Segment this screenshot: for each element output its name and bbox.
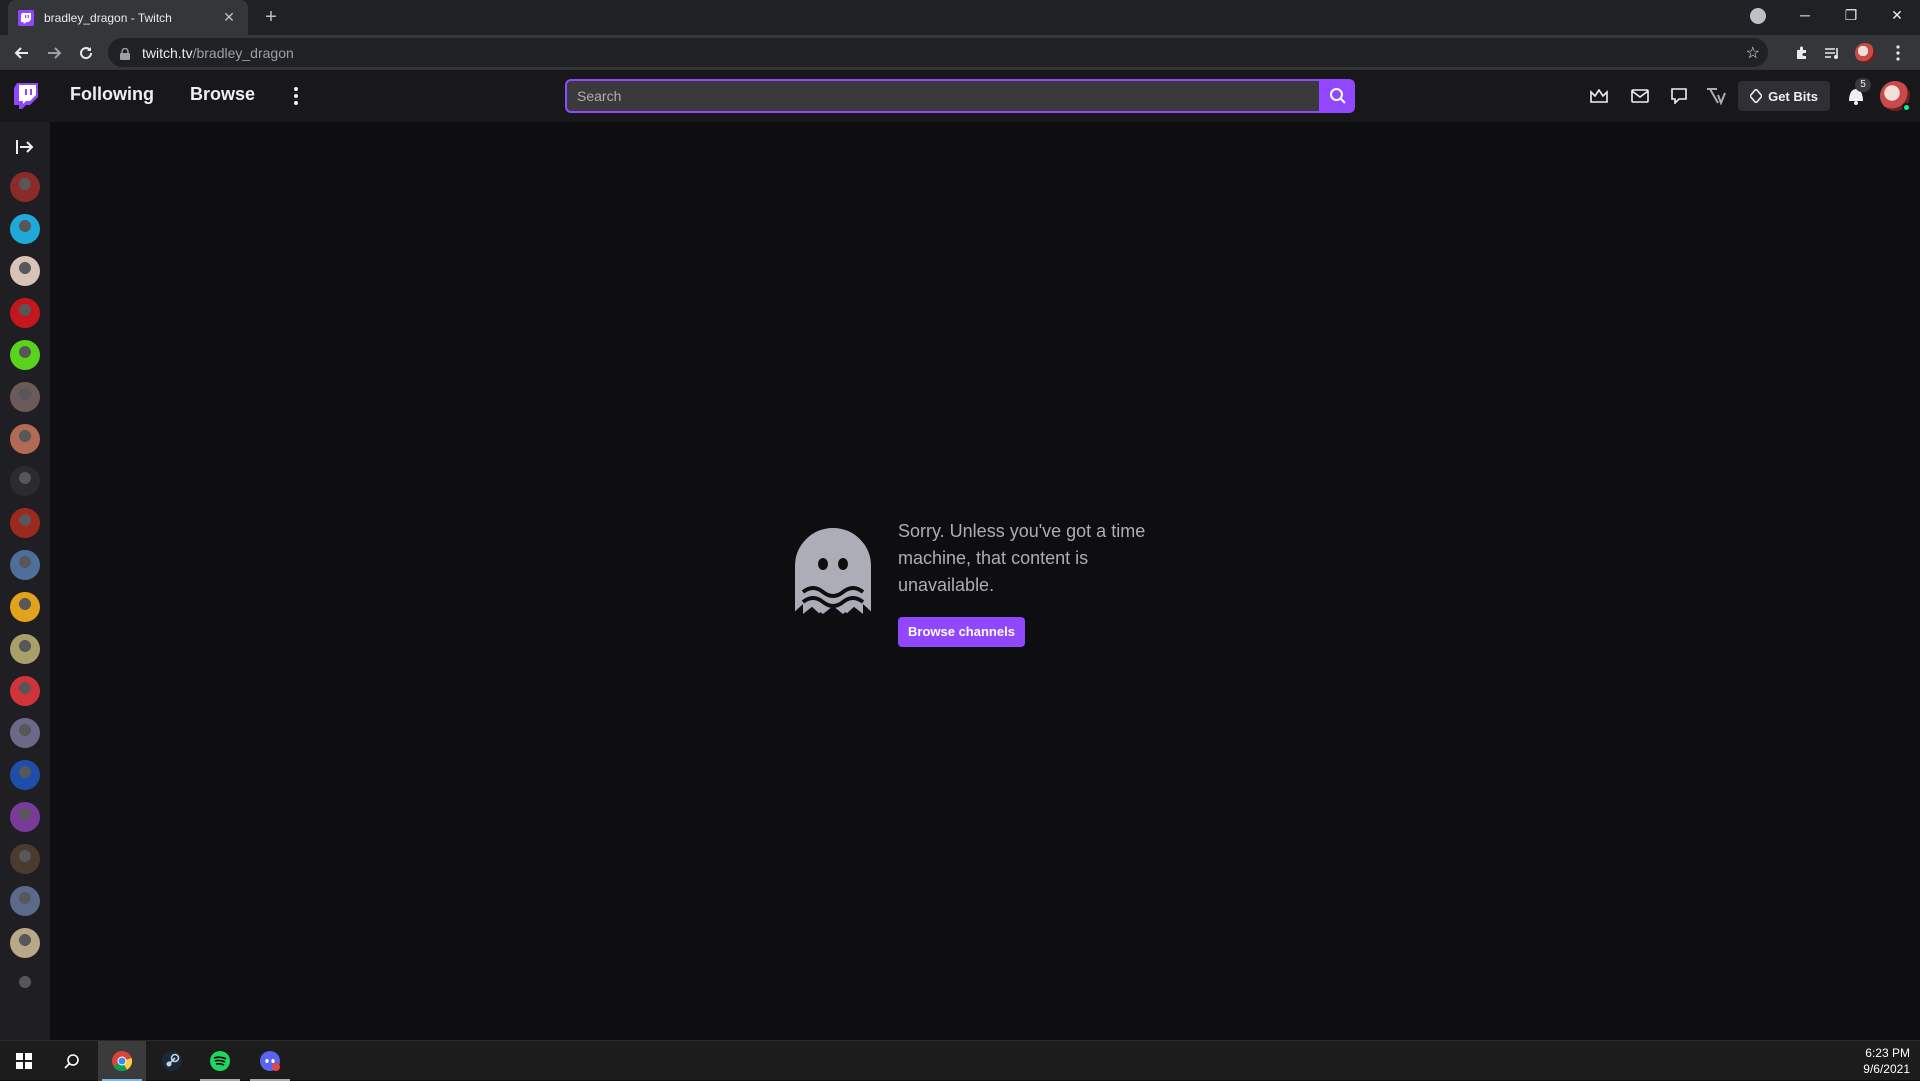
- channel-avatar-channel-3[interactable]: [10, 256, 40, 286]
- media-queue-icon[interactable]: [1822, 43, 1842, 63]
- whispers-chat-icon[interactable]: [1669, 86, 1689, 106]
- twitch-top-nav: Following Browse Get Bits 5: [0, 70, 1920, 122]
- browser-tab[interactable]: bradley_dragon - Twitch ✕: [8, 0, 248, 35]
- tv-extension-icon[interactable]: [1706, 86, 1726, 106]
- spotify-taskbar-icon[interactable]: [196, 1041, 244, 1081]
- profile-avatar-icon[interactable]: [1855, 43, 1875, 63]
- lock-icon: [120, 47, 130, 60]
- main-content: Sorry. Unless you've got a time machine,…: [50, 122, 1920, 1040]
- channel-avatar-channel-11[interactable]: [10, 592, 40, 622]
- twitch-favicon-icon: [18, 9, 34, 26]
- taskbar-search-icon[interactable]: [48, 1041, 96, 1081]
- url-path: /bradley_dragon: [192, 44, 294, 61]
- address-bar[interactable]: twitch.tv/bradley_dragon ☆: [108, 38, 1768, 67]
- forward-arrow-icon[interactable]: [40, 39, 68, 67]
- channel-avatar-channel-15[interactable]: [10, 760, 40, 790]
- channel-avatar-channel-17[interactable]: [10, 844, 40, 874]
- twitch-logo-icon[interactable]: [14, 83, 38, 109]
- get-bits-label: Get Bits: [1768, 88, 1818, 104]
- channel-avatar-channel-20[interactable]: [10, 970, 40, 1000]
- more-options-icon[interactable]: [288, 84, 304, 108]
- browse-channels-button[interactable]: Browse channels: [898, 617, 1025, 647]
- inbox-mail-icon[interactable]: [1630, 86, 1650, 106]
- expand-sidebar-icon[interactable]: [14, 137, 36, 157]
- extensions-puzzle-icon[interactable]: [1792, 43, 1812, 63]
- channel-avatar-channel-4[interactable]: [10, 298, 40, 328]
- prime-crown-icon[interactable]: [1589, 86, 1609, 106]
- channel-avatar-channel-10[interactable]: [10, 550, 40, 580]
- channel-avatar-channel-14[interactable]: [10, 718, 40, 748]
- close-window-button[interactable]: ✕: [1874, 0, 1920, 30]
- channel-avatar-channel-19[interactable]: [10, 928, 40, 958]
- channel-avatar-channel-6[interactable]: [10, 382, 40, 412]
- reload-icon[interactable]: [72, 39, 100, 67]
- search-input[interactable]: [565, 79, 1321, 113]
- tab-search-icon[interactable]: [1750, 8, 1766, 24]
- channel-avatar-channel-16[interactable]: [10, 802, 40, 832]
- channel-avatar-channel-5[interactable]: [10, 340, 40, 370]
- channel-avatar-channel-2[interactable]: [10, 214, 40, 244]
- tab-title: bradley_dragon - Twitch: [44, 10, 172, 25]
- windows-start-icon[interactable]: [0, 1041, 48, 1081]
- nav-browse-link[interactable]: Browse: [190, 84, 255, 105]
- url-host: twitch.tv: [142, 44, 193, 61]
- bookmark-star-icon[interactable]: ☆: [1746, 43, 1760, 63]
- back-arrow-icon[interactable]: [8, 39, 36, 67]
- chrome-taskbar-icon[interactable]: [98, 1041, 146, 1081]
- channel-avatar-channel-8[interactable]: [10, 466, 40, 496]
- followed-channels-sidebar: [0, 122, 50, 1040]
- search-icon: [1330, 88, 1346, 104]
- online-status-dot: [1902, 103, 1911, 112]
- get-bits-button[interactable]: Get Bits: [1738, 81, 1830, 111]
- browser-tabstrip: bradley_dragon - Twitch ✕ + ─ ❐ ✕: [0, 0, 1920, 35]
- error-message-text: Sorry. Unless you've got a time machine,…: [898, 521, 1146, 595]
- minimize-button[interactable]: ─: [1782, 0, 1828, 30]
- channel-avatar-channel-12[interactable]: [10, 634, 40, 664]
- channel-avatar-list: [10, 172, 40, 1012]
- new-tab-button[interactable]: +: [258, 4, 284, 30]
- bits-gem-icon: [1750, 89, 1763, 103]
- tab-close-icon[interactable]: ✕: [220, 9, 238, 26]
- nav-following-link[interactable]: Following: [70, 84, 154, 105]
- browser-toolbar: twitch.tv/bradley_dragon ☆: [0, 35, 1920, 70]
- channel-avatar-channel-18[interactable]: [10, 886, 40, 916]
- channel-avatar-channel-1[interactable]: [10, 172, 40, 202]
- search-button[interactable]: [1321, 79, 1355, 113]
- notification-count-badge: 5: [1855, 78, 1871, 92]
- discord-taskbar-icon[interactable]: [246, 1041, 294, 1081]
- clock-date: 9/6/2021: [1863, 1062, 1910, 1076]
- restore-button[interactable]: ❐: [1828, 0, 1874, 30]
- channel-avatar-channel-7[interactable]: [10, 424, 40, 454]
- search-bar: [565, 79, 1355, 113]
- channel-avatar-channel-13[interactable]: [10, 676, 40, 706]
- chrome-menu-icon[interactable]: [1888, 43, 1908, 63]
- steam-taskbar-icon[interactable]: [148, 1041, 196, 1081]
- clock-time: 6:23 PM: [1865, 1046, 1910, 1060]
- channel-avatar-channel-9[interactable]: [10, 508, 40, 538]
- system-clock[interactable]: 6:23 PM 9/6/2021: [1863, 1045, 1910, 1077]
- ghost-icon: [790, 522, 876, 621]
- windows-taskbar: 6:23 PM 9/6/2021: [0, 1040, 1920, 1081]
- content-unavailable-message: Sorry. Unless you've got a time machine,…: [790, 518, 1188, 647]
